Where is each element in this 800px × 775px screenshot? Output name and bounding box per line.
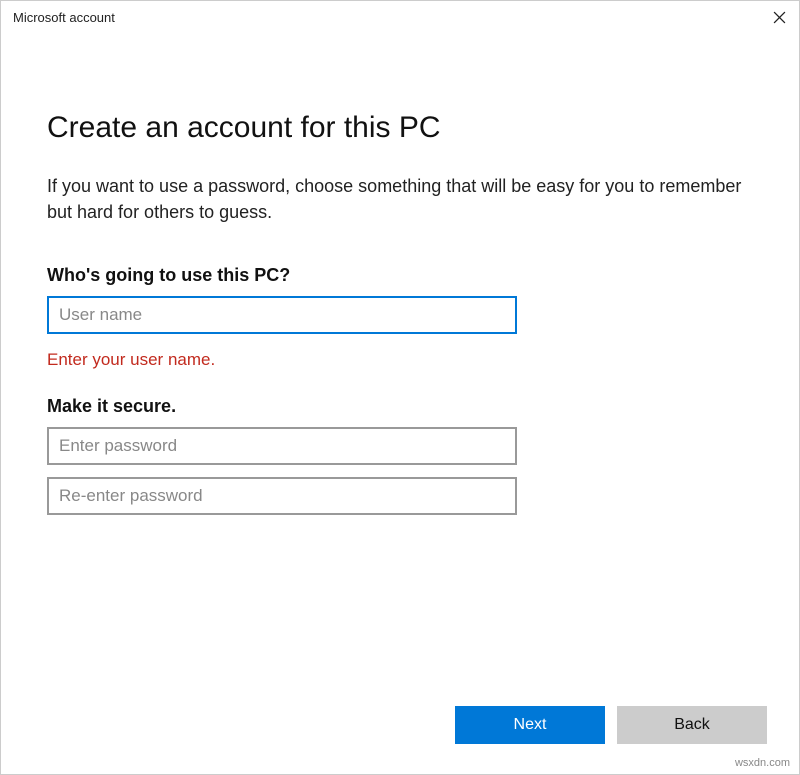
footer-buttons: Next Back [1,706,799,774]
username-label: Who's going to use this PC? [47,265,753,286]
window-title: Microsoft account [13,10,115,25]
page-heading: Create an account for this PC [47,111,753,145]
watermark: wsxdn.com [735,757,790,769]
titlebar: Microsoft account [1,1,799,31]
close-button[interactable] [769,7,789,27]
next-button[interactable]: Next [455,706,605,744]
username-input[interactable] [47,296,517,334]
close-icon [773,11,786,24]
username-error: Enter your user name. [47,350,753,370]
content-area: Create an account for this PC If you wan… [1,31,799,706]
password-label: Make it secure. [47,396,753,417]
password-input[interactable] [47,427,517,465]
back-button[interactable]: Back [617,706,767,744]
confirm-password-input[interactable] [47,477,517,515]
page-description: If you want to use a password, choose so… [47,173,747,225]
dialog-window: Microsoft account Create an account for … [0,0,800,775]
